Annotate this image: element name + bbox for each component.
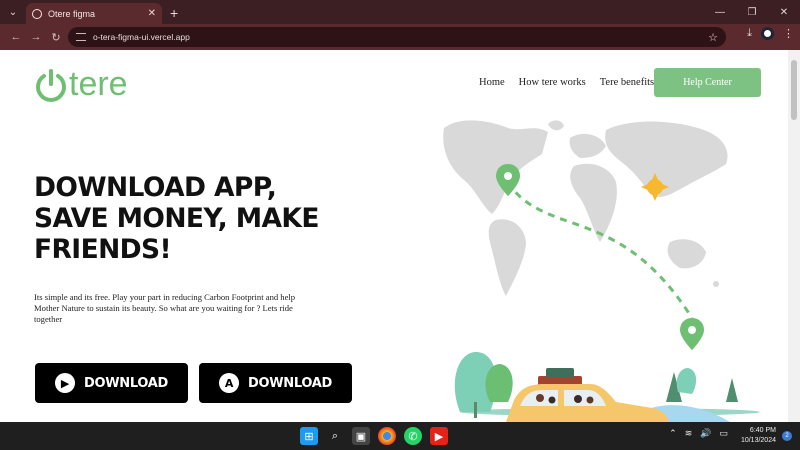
browser-toolbar: ← → ↻ o-tera-figma-ui.vercel.app ☆ ⤓ ⋮ — [0, 24, 800, 50]
nav-home[interactable]: Home — [479, 77, 505, 88]
bookmark-star-icon[interactable]: ☆ — [708, 31, 718, 44]
hero-headline: DOWNLOAD APP, SAVE MONEY, MAKE FRIENDS! — [34, 172, 334, 265]
main-nav: Home How tere works Tere benefits — [479, 77, 654, 88]
logo-text: tere — [69, 65, 128, 103]
headline-line-2: SAVE MONEY, MAKE — [34, 203, 319, 234]
tab-title: Otere figma — [48, 8, 96, 19]
hero-illustration — [443, 120, 760, 422]
headline-line-1: DOWNLOAD APP, — [34, 172, 277, 203]
browser-tab[interactable]: Otere figma ✕ — [26, 3, 162, 24]
clock-date: 10/13/2024 — [740, 437, 776, 444]
download-label: DOWNLOAD — [83, 375, 169, 391]
page-scrollbar[interactable] — [788, 50, 800, 422]
google-play-icon: ▶ — [54, 373, 75, 393]
restore-icon[interactable]: ❐ — [736, 7, 768, 18]
world-map — [443, 120, 728, 296]
windows-start-icon[interactable]: ⊞ — [300, 427, 318, 445]
google-play-download-button[interactable]: ▶ DOWNLOAD — [35, 363, 188, 403]
hero-description: Its simple and its free. Play your part … — [34, 292, 296, 324]
search-icon[interactable]: ⌕ — [326, 427, 344, 445]
notification-badge[interactable]: 2 — [782, 431, 792, 441]
close-window-icon[interactable]: ✕ — [768, 7, 800, 18]
forward-icon[interactable]: → — [26, 31, 46, 43]
tree-left — [454, 352, 513, 418]
car-illustration — [506, 368, 670, 422]
wifi-icon[interactable]: ≋ — [685, 428, 693, 439]
download-icon[interactable]: ⤓ — [747, 27, 752, 40]
reload-icon[interactable]: ↻ — [46, 31, 66, 44]
power-icon — [36, 68, 66, 102]
site-settings-icon[interactable] — [76, 33, 86, 41]
nav-tere-benefits[interactable]: Tere benefits — [600, 77, 654, 88]
window-controls: — ❐ ✕ — [704, 0, 800, 24]
back-icon[interactable]: ← — [6, 31, 26, 43]
tree-right — [666, 368, 738, 402]
tere-logo[interactable]: tere — [34, 65, 128, 104]
globe-icon — [32, 8, 42, 19]
chevron-up-icon[interactable]: ⌃ — [669, 428, 677, 439]
profile-avatar[interactable] — [761, 27, 774, 40]
minimize-icon[interactable]: — — [704, 7, 736, 18]
taskbar-apps: ⊞ ⌕ ▣ ✆ ▶ — [300, 427, 448, 445]
browser-tab-bar: ⌄ Otere figma ✕ + — ❐ ✕ — [0, 0, 800, 24]
headline-line-3: FRIENDS! — [34, 234, 172, 265]
kebab-menu-icon[interactable]: ⋮ — [783, 27, 794, 40]
page-content: tere Home How tere works Tere benefits H… — [0, 50, 788, 422]
address-bar[interactable]: o-tera-figma-ui.vercel.app ☆ — [68, 27, 726, 47]
browser-tools: ⤓ ⋮ — [747, 27, 794, 40]
scrollbar-thumb[interactable] — [791, 60, 797, 120]
nav-how-tere-works[interactable]: How tere works — [519, 77, 586, 88]
battery-icon[interactable]: ▭ — [719, 428, 728, 439]
close-tab-icon[interactable]: ✕ — [148, 8, 156, 19]
chrome-icon[interactable] — [378, 427, 396, 445]
help-center-button[interactable]: Help Center — [654, 68, 761, 97]
whatsapp-icon[interactable]: ✆ — [404, 427, 422, 445]
task-view-icon[interactable]: ▣ — [352, 427, 370, 445]
system-clock[interactable]: 6:40 PM 10/13/2024 — [741, 426, 776, 446]
system-tray: ⌃ ≋ 🔊 ▭ — [669, 428, 728, 439]
tab-search-button[interactable]: ⌄ — [4, 3, 22, 21]
os-taskbar: ⊞ ⌕ ▣ ✆ ▶ ⌃ ≋ 🔊 ▭ 6:40 PM 10/13/2024 2 — [0, 422, 800, 450]
app-store-download-button[interactable]: A DOWNLOAD — [199, 363, 352, 403]
url-text: o-tera-figma-ui.vercel.app — [93, 32, 190, 42]
volume-icon[interactable]: 🔊 — [700, 428, 711, 439]
youtube-icon[interactable]: ▶ — [430, 427, 448, 445]
download-label: DOWNLOAD — [247, 375, 333, 391]
location-pin-icon-end — [680, 318, 704, 350]
clock-time: 6:40 PM — [749, 427, 776, 434]
new-tab-button[interactable]: + — [170, 5, 178, 21]
app-store-icon: A — [218, 373, 239, 393]
